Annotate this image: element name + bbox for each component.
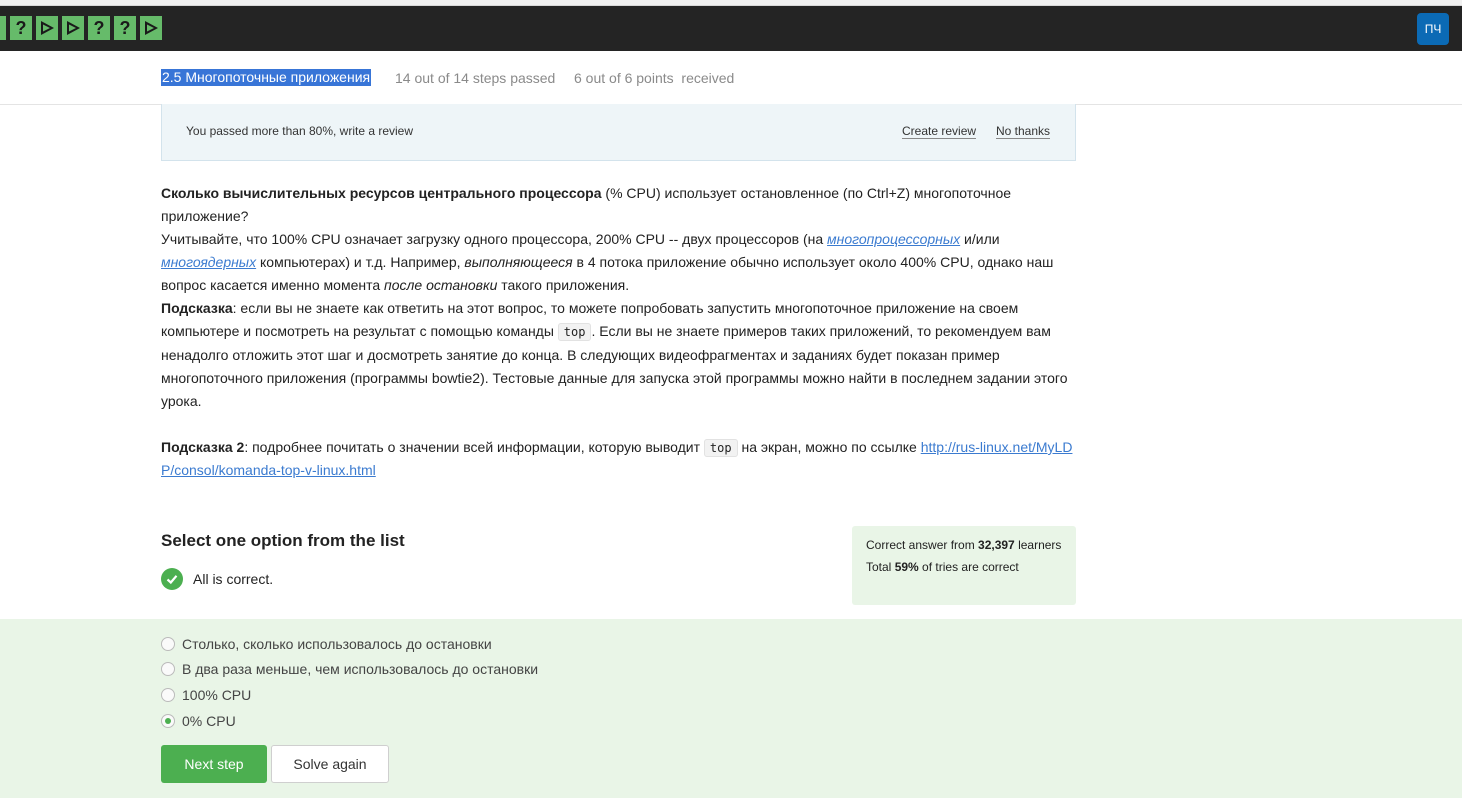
step-play-icon[interactable] — [140, 16, 162, 40]
result-text: All is correct. — [193, 571, 274, 587]
code-top: top — [557, 323, 592, 341]
question-paragraph: Сколько вычислительных ресурсов централь… — [161, 185, 1012, 224]
answer-options-panel: Столько, сколько использовалось до остан… — [0, 619, 1462, 798]
step-play-icon[interactable] — [62, 16, 84, 40]
result-status: All is correct. — [161, 568, 273, 590]
option-label[interactable]: Столько, сколько использовалось до остан… — [182, 636, 492, 652]
option-label[interactable]: 100% CPU — [182, 687, 251, 703]
explanation-paragraph: Учитывайте, что 100% CPU означает загруз… — [161, 231, 1054, 293]
review-banner: You passed more than 80%, write a review… — [161, 104, 1076, 161]
question-bold: Сколько вычислительных ресурсов централь… — [161, 185, 602, 201]
option-label[interactable]: 0% CPU — [182, 713, 236, 729]
step-text: Сколько вычислительных ресурсов централь… — [161, 182, 1078, 481]
solve-again-button[interactable]: Solve again — [271, 745, 389, 783]
step-indicators: ? ? ? — [0, 16, 166, 40]
learners-count: 32,397 — [978, 538, 1015, 552]
check-icon — [161, 568, 183, 590]
create-review-link[interactable]: Create review — [902, 124, 977, 139]
step-question-icon[interactable]: ? — [10, 16, 32, 40]
multiprocessor-link[interactable]: многопроцессорных — [827, 231, 960, 247]
option-radio[interactable]: В два раза меньше, чем использовалось до… — [161, 661, 538, 677]
multicore-link[interactable]: многоядерных — [161, 254, 256, 270]
correct-percent: 59% — [894, 560, 919, 574]
points-progress: 6 out of 6 points received — [574, 70, 735, 86]
code-top: top — [703, 439, 738, 457]
answer-stats: Correct answer from 32,397 learners Tota… — [852, 526, 1076, 605]
top-navigation-bar: ? ? ? ПЧ — [0, 6, 1462, 51]
hint-paragraph: Подсказка: если вы не знаете как ответит… — [161, 300, 1068, 409]
step-play-icon[interactable] — [0, 16, 6, 40]
option-label[interactable]: В два раза меньше, чем использовалось до… — [182, 661, 538, 677]
user-avatar[interactable]: ПЧ — [1417, 13, 1449, 45]
radio-button[interactable] — [161, 688, 175, 702]
quiz-title: Select one option from the list — [161, 531, 405, 550]
review-message: You passed more than 80%, write a review — [186, 124, 414, 138]
steps-progress: 14 out of 14 steps passed — [395, 70, 556, 86]
step-question-icon[interactable]: ? — [88, 16, 110, 40]
next-step-button[interactable]: Next step — [161, 745, 267, 783]
lesson-header: 2.5 Многопоточные приложения 14 out of 1… — [0, 51, 1462, 105]
step-play-icon[interactable] — [36, 16, 58, 40]
option-radio[interactable]: 100% CPU — [161, 687, 251, 703]
option-radio-selected[interactable]: 0% CPU — [161, 713, 236, 729]
radio-button[interactable] — [161, 637, 175, 651]
option-radio[interactable]: Столько, сколько использовалось до остан… — [161, 636, 492, 652]
radio-button[interactable] — [161, 662, 175, 676]
step-question-icon[interactable]: ? — [114, 16, 136, 40]
hint2-paragraph: Подсказка 2: подробнее почитать о значен… — [161, 439, 1073, 478]
lesson-title[interactable]: 2.5 Многопоточные приложения — [161, 69, 372, 86]
no-thanks-link[interactable]: No thanks — [996, 124, 1051, 139]
radio-button-selected[interactable] — [161, 714, 175, 728]
